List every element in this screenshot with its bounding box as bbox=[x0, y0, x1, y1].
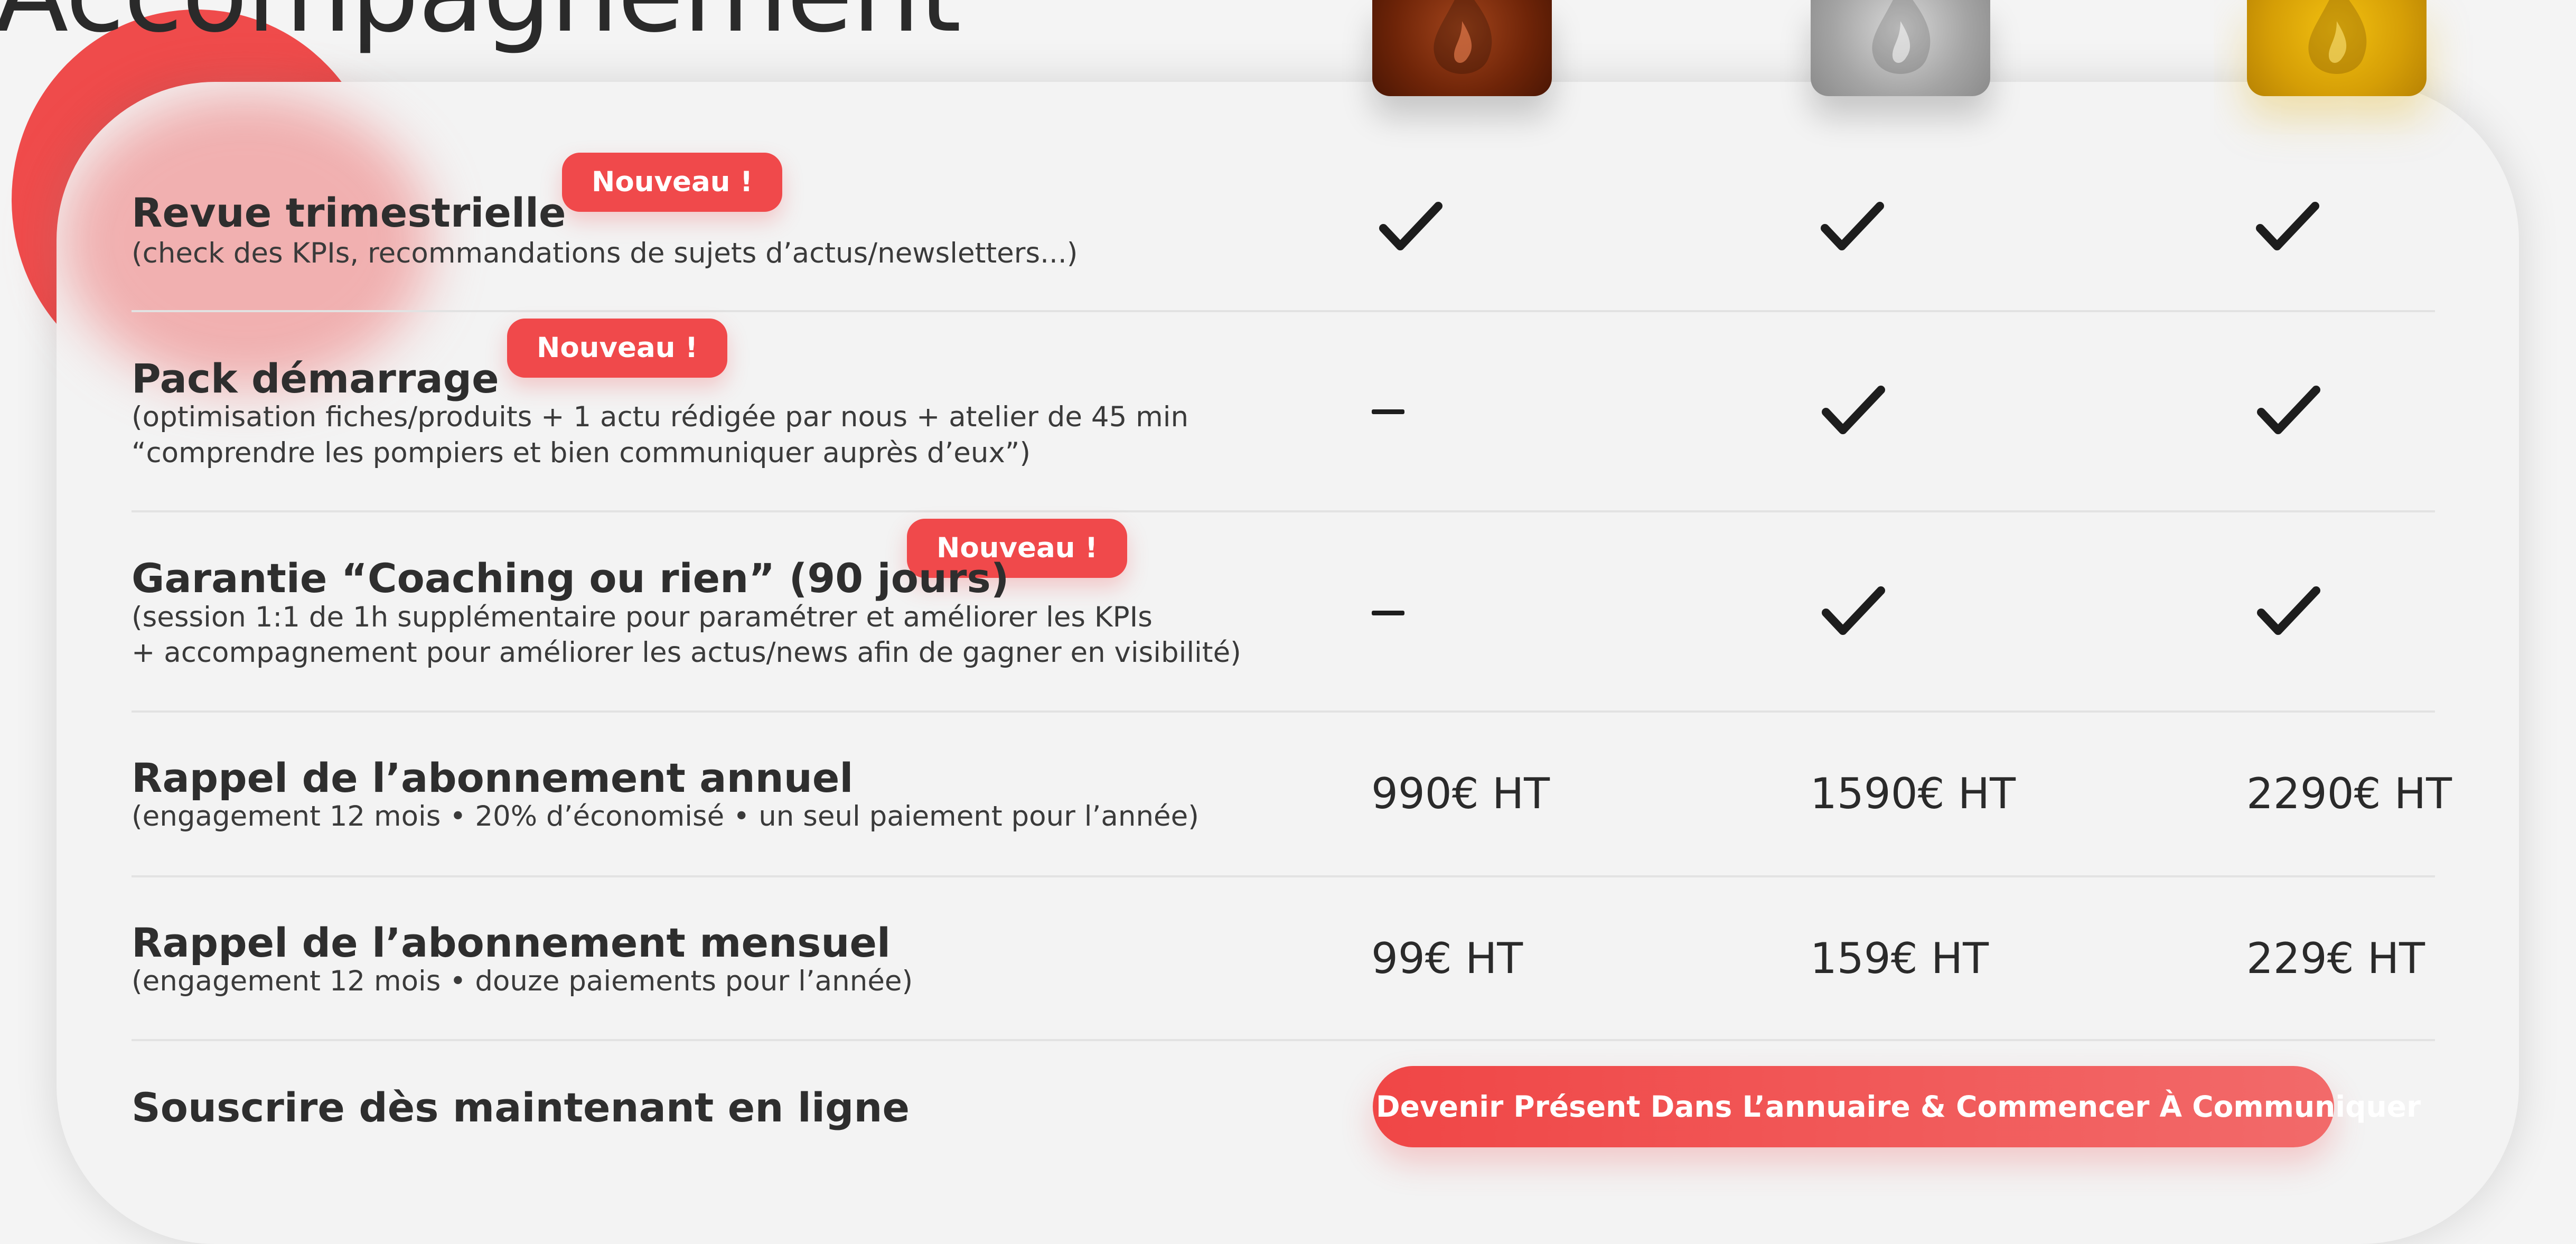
feature-subtitle-coaching-guarantee-line-1: (session 1:1 de 1h supplémentaire pour p… bbox=[132, 601, 1153, 633]
check-icon bbox=[1822, 386, 1885, 434]
monthly-price-bronze: 99€ HT bbox=[1371, 934, 1523, 983]
check-icon bbox=[2256, 202, 2319, 250]
new-badge: Nouveau ! bbox=[507, 319, 728, 378]
feature-subtitle-coaching-guarantee-line-2: + accompagnement pour améliorer les actu… bbox=[132, 637, 1241, 669]
subscribe-cta-button[interactable]: Devenir Présent Dans L’annuaire & Commen… bbox=[1373, 1066, 2421, 1147]
monthly-price-silver: 159€ HT bbox=[1810, 934, 1989, 983]
annual-price-silver: 1590€ HT bbox=[1810, 769, 2016, 818]
new-badge: Nouveau ! bbox=[562, 153, 783, 212]
bronze-flame-badge-icon bbox=[1372, 0, 1552, 96]
monthly-pricing-subtitle: (engagement 12 mois • douze paiements po… bbox=[132, 965, 913, 997]
row-divider bbox=[132, 310, 2435, 312]
annual-pricing-title: Rappel de l’abonnement annuel bbox=[132, 754, 854, 801]
check-icon bbox=[1821, 202, 1884, 250]
check-icon bbox=[2257, 586, 2320, 635]
row-divider bbox=[132, 875, 2435, 877]
feature-subtitle-starter-pack-line-1: (optimisation fiches/produits + 1 actu r… bbox=[132, 401, 1189, 433]
dash-icon bbox=[1372, 409, 1404, 414]
monthly-price-gold: 229€ HT bbox=[2246, 934, 2425, 983]
row-divider bbox=[132, 710, 2435, 713]
annual-price-gold: 2290€ HT bbox=[2246, 769, 2452, 818]
feature-title-starter-pack: Pack démarrage bbox=[132, 355, 499, 402]
check-icon bbox=[1822, 586, 1885, 635]
silver-flame-badge-icon bbox=[1811, 0, 1990, 96]
check-icon bbox=[2257, 386, 2320, 434]
feature-subtitle-starter-pack-line-2: “comprendre les pompiers et bien communi… bbox=[132, 437, 1031, 469]
feature-title-coaching-guarantee: Garantie “Coaching ou rien” (90 jours) bbox=[132, 555, 1009, 602]
annual-pricing-subtitle: (engagement 12 mois • 20% d’économisé • … bbox=[132, 800, 1199, 833]
feature-subtitle-quarterly-review: (check des KPIs, recommandations de suje… bbox=[132, 237, 1078, 269]
row-divider bbox=[132, 510, 2435, 512]
monthly-pricing-title: Rappel de l’abonnement mensuel bbox=[132, 919, 891, 966]
page-title: Accompagnement bbox=[0, 0, 961, 57]
row-divider bbox=[132, 1039, 2435, 1041]
gold-flame-badge-icon bbox=[2247, 0, 2427, 96]
check-icon bbox=[1379, 202, 1442, 250]
feature-title-quarterly-review: Revue trimestrielle bbox=[132, 189, 566, 236]
dash-icon bbox=[1372, 611, 1404, 615]
annual-price-bronze: 990€ HT bbox=[1371, 769, 1550, 818]
subscribe-label: Souscrire dès maintenant en ligne bbox=[132, 1084, 910, 1131]
